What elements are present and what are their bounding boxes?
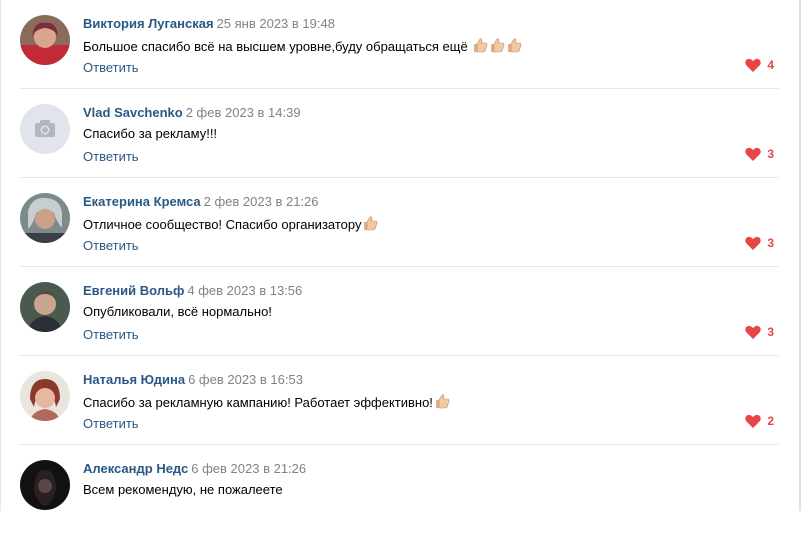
heart-icon	[745, 414, 762, 428]
reply-button[interactable]: Ответить	[83, 238, 139, 253]
like-button[interactable]: 4	[745, 58, 774, 72]
like-button[interactable]: 2	[745, 414, 774, 428]
comment-date[interactable]: 2 фев 2023 в 14:39	[186, 105, 301, 120]
comment-item: Виктория Луганская 25 янв 2023 в 19:48 Бо…	[20, 0, 779, 89]
heart-icon	[745, 58, 762, 72]
author-name[interactable]: Vlad Savchenko	[83, 105, 183, 120]
thumbs-up-icon	[508, 38, 522, 53]
reply-button[interactable]: Ответить	[83, 149, 139, 164]
like-button[interactable]: 3	[745, 236, 774, 250]
comment-text-content: Спасибо за рекламу!!!	[83, 126, 218, 141]
comment-date[interactable]: 4 фев 2023 в 13:56	[187, 283, 302, 298]
comment-text: Отличное сообщество! Спасибо организатор…	[83, 215, 378, 232]
avatar[interactable]	[20, 460, 70, 510]
comment-item: Наталья Юдина 6 фев 2023 в 16:53 Спасибо …	[20, 356, 779, 445]
avatar[interactable]	[20, 193, 70, 243]
author-name[interactable]: Наталья Юдина	[83, 372, 185, 387]
heart-icon	[745, 236, 762, 250]
comment-item: Евгений Вольф 4 фев 2023 в 13:56 Опублико…	[20, 267, 779, 356]
author-name[interactable]: Александр Недс	[83, 461, 188, 476]
like-count: 4	[767, 58, 774, 72]
comment-date[interactable]: 25 янв 2023 в 19:48	[217, 16, 335, 31]
thumbs-up-icon	[364, 216, 378, 231]
comment-text: Спасибо за рекламную кампанию! Работает …	[83, 393, 450, 410]
like-count: 3	[767, 236, 774, 250]
thumbs-up-icon	[491, 38, 505, 53]
comment-item: Александр Недс 6 фев 2023 в 21:26 Всем ре…	[20, 445, 779, 533]
author-name[interactable]: Екатерина Кремса	[83, 194, 201, 209]
comment-text-content: Опубликовали, всё нормально!	[83, 304, 272, 319]
avatar[interactable]	[20, 371, 70, 421]
comment-date[interactable]: 6 фев 2023 в 16:53	[188, 372, 303, 387]
comment-text: Всем рекомендую, не пожалеете	[83, 482, 283, 497]
comment-text-content: Спасибо за рекламную кампанию! Работает …	[83, 395, 433, 410]
author-name[interactable]: Виктория Луганская	[83, 16, 214, 31]
comment-text: Спасибо за рекламу!!!	[83, 126, 217, 141]
comment-text-content: Всем рекомендую, не пожалеете	[83, 482, 283, 497]
reply-button[interactable]: Ответить	[83, 416, 139, 431]
comment-item: Vlad Savchenko 2 фев 2023 в 14:39 Спасибо…	[20, 89, 779, 178]
avatar[interactable]	[20, 282, 70, 332]
like-count: 3	[767, 147, 774, 161]
heart-icon	[745, 325, 762, 339]
avatar[interactable]	[20, 104, 70, 154]
author-name[interactable]: Евгений Вольф	[83, 283, 184, 298]
comment-text: Большое спасибо всё на высшем уровне,буд…	[83, 37, 522, 54]
comment-text: Опубликовали, всё нормально!	[83, 304, 272, 319]
avatar[interactable]	[20, 15, 70, 65]
thumbs-up-icon	[435, 394, 450, 409]
like-count: 3	[767, 325, 774, 339]
comment-date[interactable]: 6 фев 2023 в 21:26	[191, 461, 306, 476]
comment-text-content: Большое спасибо всё на высшем уровне,буд…	[83, 39, 468, 54]
like-count: 2	[767, 414, 774, 428]
comment-date[interactable]: 2 фев 2023 в 21:26	[204, 194, 319, 209]
reply-button[interactable]: Ответить	[83, 60, 139, 75]
like-button[interactable]: 3	[745, 325, 774, 339]
comment-item: Екатерина Кремса 2 фев 2023 в 21:26 Отлич…	[20, 178, 779, 267]
comment-text-content: Отличное сообщество! Спасибо организатор…	[83, 217, 362, 232]
comments-list: Виктория Луганская 25 янв 2023 в 19:48 Бо…	[0, 0, 799, 533]
thumbs-up-icon	[474, 38, 488, 53]
heart-icon	[745, 147, 762, 161]
reply-button[interactable]: Ответить	[83, 327, 139, 342]
like-button[interactable]: 3	[745, 147, 774, 161]
